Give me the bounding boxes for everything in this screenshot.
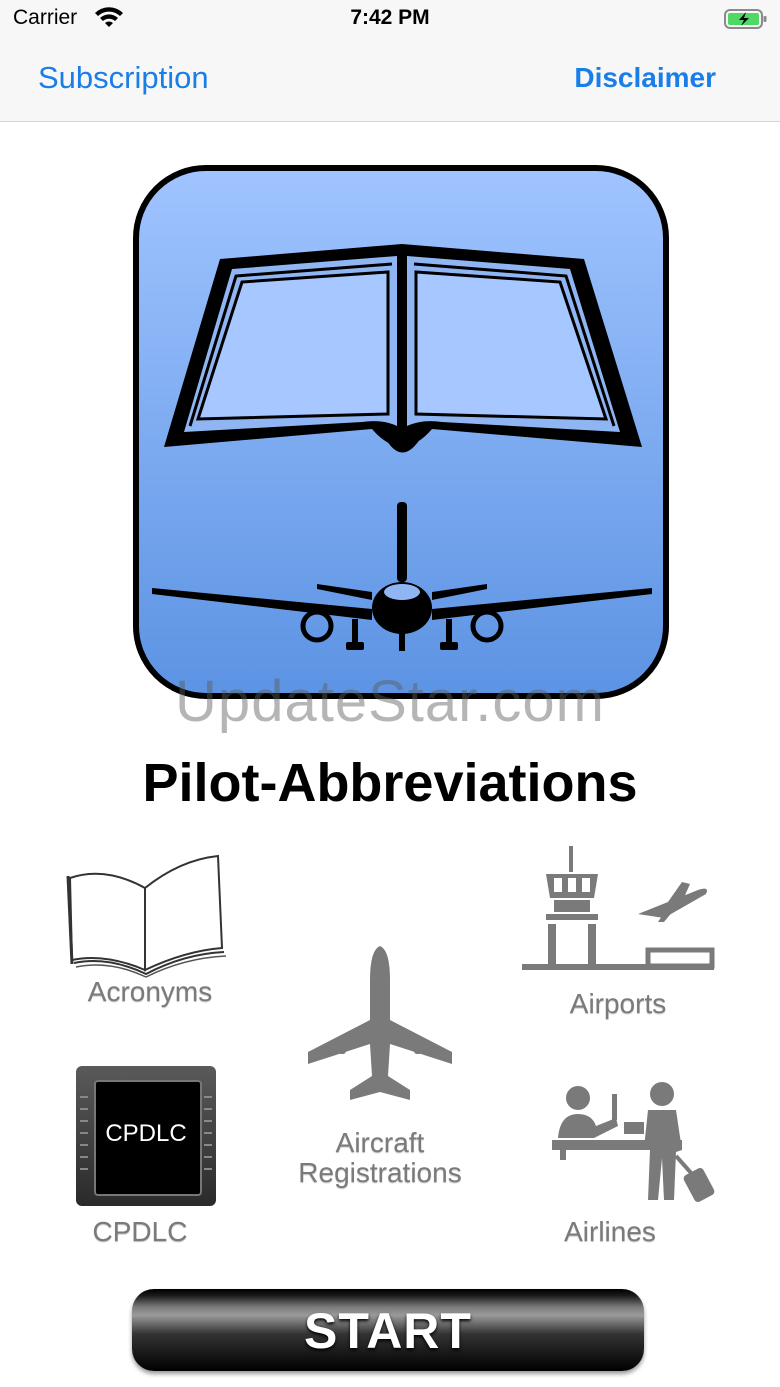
open-book-icon [66, 854, 227, 978]
navigation-bar: Subscription Disclaimer [0, 40, 780, 122]
clock-time: 7:42 PM [350, 6, 430, 29]
cpdlc-label: CPDLC [92, 1216, 188, 1247]
airports-label: Airports [569, 988, 667, 1019]
aircraft-registrations-tile[interactable]: Aircraft Registrations [280, 940, 480, 1190]
app-logo-icon [133, 165, 669, 699]
watermark: UpdateStar.com [175, 669, 605, 734]
book-graphic [164, 244, 642, 453]
subscription-button[interactable]: Subscription [38, 60, 209, 96]
disclaimer-button[interactable]: Disclaimer [574, 62, 716, 94]
battery-charging-icon [724, 9, 767, 29]
control-tower-icon [522, 846, 715, 970]
acronyms-tile[interactable]: Acronyms [60, 848, 240, 1013]
airports-tile[interactable]: Airports [518, 842, 718, 1022]
cpdlc-screen-text: CPDLC [105, 1120, 187, 1147]
acronyms-label: Acronyms [87, 976, 213, 1007]
app-title: Pilot-Abbreviations [142, 753, 638, 813]
status-bar: Carrier 7:42 PM [0, 0, 780, 40]
cpdlc-screen-icon: CPDLC [76, 1066, 216, 1206]
airplane-icon [308, 946, 452, 1100]
aircraft-registrations-label: Aircraft Registrations [298, 1127, 462, 1188]
start-button-label: START [304, 1303, 472, 1359]
check-in-counter-icon [552, 1082, 715, 1202]
airlines-tile[interactable]: Airlines [540, 1078, 730, 1253]
airlines-label: Airlines [564, 1216, 656, 1247]
start-button[interactable]: START [132, 1289, 644, 1371]
cpdlc-tile[interactable]: CPDLC CPDLC [60, 1064, 220, 1254]
